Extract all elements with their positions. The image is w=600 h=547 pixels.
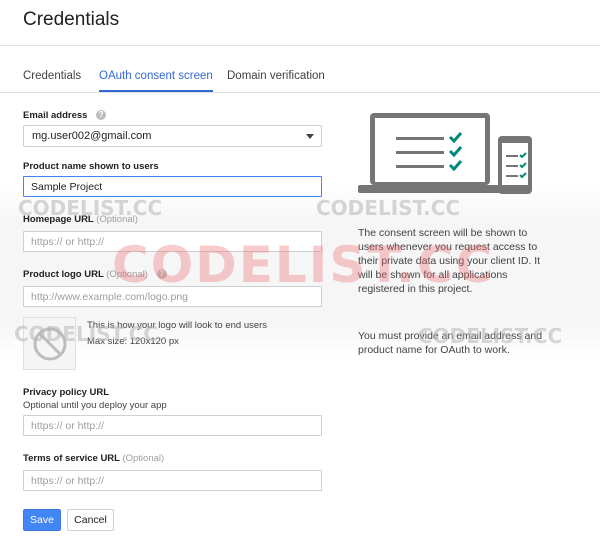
product-name-label: Product name shown to users — [23, 161, 159, 172]
logo-url-label: Product logo URL (Optional) ? — [23, 269, 167, 280]
help-icon[interactable]: ? — [156, 269, 167, 280]
homepage-url-input[interactable] — [23, 231, 322, 252]
page-title: Credentials — [23, 9, 120, 30]
homepage-label-text: Homepage URL — [23, 214, 94, 225]
email-label: Email address ? — [23, 110, 107, 121]
page-header: Credentials — [0, 0, 600, 46]
no-image-icon — [33, 327, 67, 361]
logo-size-hint: Max size: 120x120 px — [87, 336, 179, 347]
logo-url-input[interactable] — [23, 286, 322, 307]
consent-illustration — [358, 113, 532, 194]
tab-credentials[interactable]: Credentials — [23, 70, 81, 90]
tab-domain-verification[interactable]: Domain verification — [227, 70, 325, 90]
tab-oauth-consent-screen[interactable]: OAuth consent screen — [99, 70, 213, 92]
email-label-text: Email address — [23, 110, 88, 121]
terms-label: Terms of service URL (Optional) — [23, 453, 164, 464]
terms-optional-tag: (Optional) — [122, 453, 165, 464]
privacy-label: Privacy policy URL — [23, 387, 110, 398]
terms-label-text: Terms of service URL — [23, 453, 120, 464]
terms-url-input[interactable] — [23, 470, 322, 491]
logo-url-label-text: Product logo URL — [23, 269, 104, 280]
help-icon[interactable]: ? — [96, 110, 107, 121]
homepage-optional-tag: (Optional) — [96, 214, 138, 225]
tab-bar: Credentials OAuth consent screen Domain … — [0, 46, 600, 93]
logo-preview — [23, 317, 76, 370]
cancel-button[interactable]: Cancel — [67, 509, 114, 531]
product-name-input[interactable] — [23, 176, 322, 197]
email-select[interactable]: mg.user002@gmail.com — [23, 125, 322, 147]
dropdown-caret-icon — [306, 134, 314, 139]
consent-description: The consent screen will be shown to user… — [358, 227, 541, 295]
homepage-label: Homepage URL (Optional) — [23, 214, 138, 225]
privacy-url-input[interactable] — [23, 415, 322, 436]
email-select-value: mg.user002@gmail.com — [32, 130, 152, 142]
save-button[interactable]: Save — [23, 509, 61, 531]
privacy-sublabel: Optional until you deploy your app — [23, 400, 167, 411]
logo-url-optional-tag: (Optional) — [106, 269, 148, 280]
consent-requirement-note: You must provide an email address and pr… — [358, 330, 543, 356]
logo-preview-caption: This is how your logo will look to end u… — [87, 320, 268, 331]
